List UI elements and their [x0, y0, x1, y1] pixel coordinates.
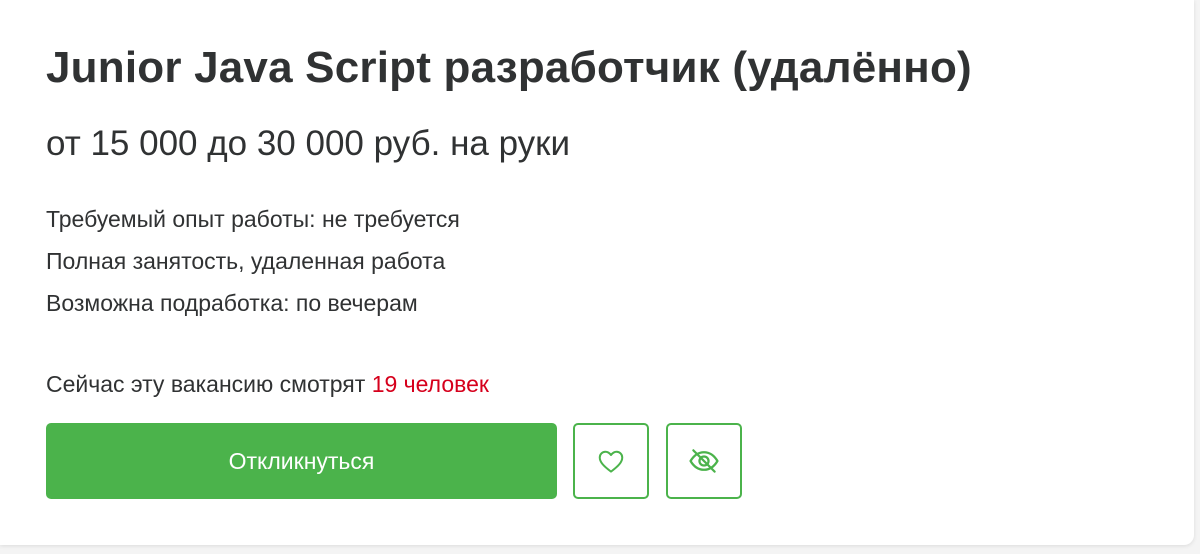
viewers-count: 19 человек	[371, 371, 489, 397]
hide-vacancy-button[interactable]	[666, 423, 742, 499]
eye-off-icon	[689, 449, 719, 473]
vacancy-card: Junior Java Script разработчик (удалённо…	[0, 0, 1194, 545]
part-time-option: Возможна подработка: по вечерам	[46, 290, 418, 316]
vacancy-salary: от 15 000 до 30 000 руб. на руки	[46, 124, 571, 163]
employment-type: Полная занятость, удаленная работа	[46, 248, 446, 274]
respond-button[interactable]: Откликнуться	[46, 423, 557, 499]
viewers-prefix: Сейчас эту вакансию смотрят	[46, 371, 372, 397]
vacancy-title: Junior Java Script разработчик (удалённо…	[46, 43, 972, 92]
experience-requirement: Требуемый опыт работы: не требуется	[46, 206, 460, 232]
viewers-notice: Сейчас эту вакансию смотрят 19 человек	[46, 366, 489, 402]
heart-icon	[598, 450, 624, 473]
vacancy-details: Требуемый опыт работы: не требуется Полн…	[46, 198, 460, 324]
favorite-button[interactable]	[573, 423, 649, 499]
